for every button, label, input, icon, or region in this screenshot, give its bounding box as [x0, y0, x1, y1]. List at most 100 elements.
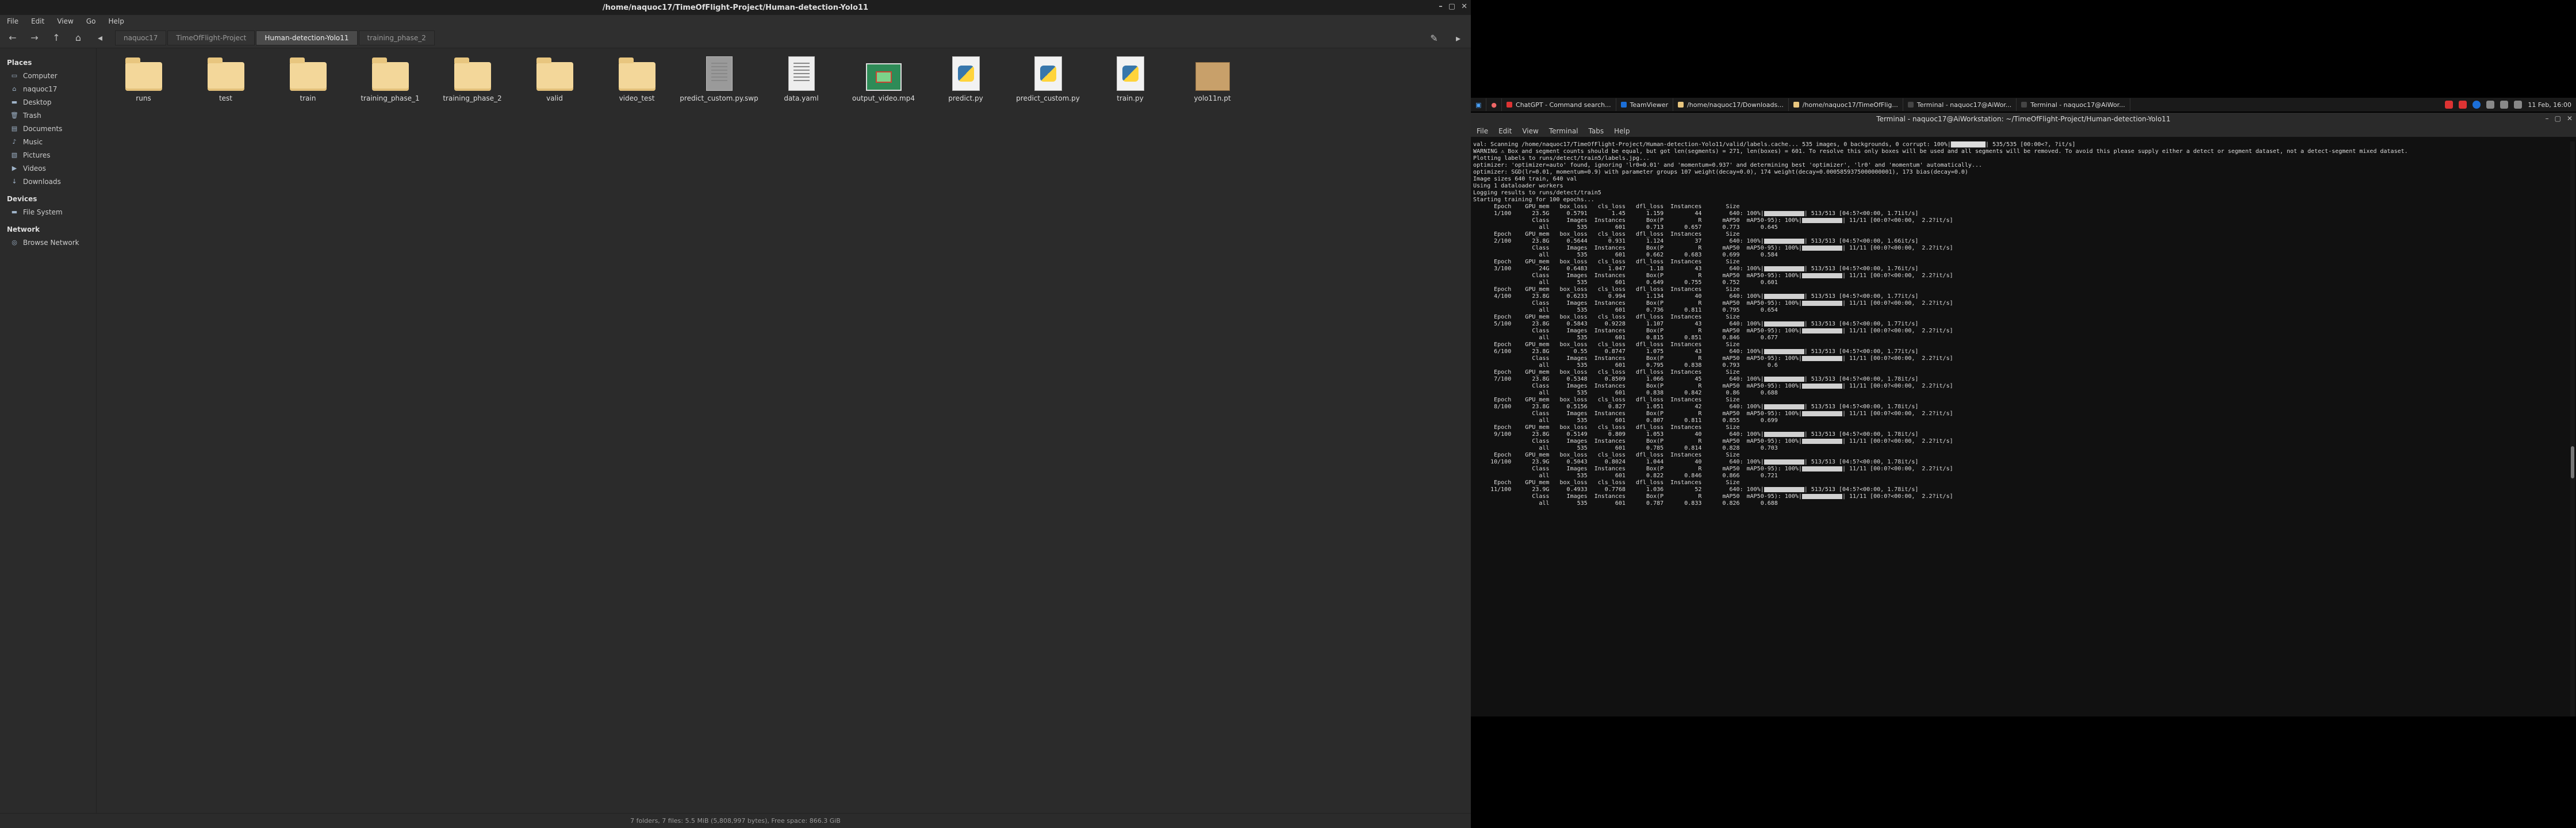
- sidebar: Places ▭ Computer ⌂ naquoc17 ▬ Desktop 🗑 Trash ▤…: [0, 48, 97, 813]
- taskbar-window-button[interactable]: Terminal - naquoc17@AiWor...: [2017, 98, 2130, 111]
- menu-file[interactable]: File: [7, 17, 18, 25]
- menu-edit[interactable]: Edit: [31, 17, 44, 25]
- file-item[interactable]: predict_custom.py: [1007, 53, 1089, 102]
- file-item[interactable]: train.py: [1089, 53, 1171, 102]
- close-icon[interactable]: ✕: [2567, 114, 2573, 122]
- edit-path-icon[interactable]: ✎: [1427, 31, 1441, 45]
- sidebar-item-trash[interactable]: 🗑 Trash: [5, 109, 91, 122]
- tray-app-icon[interactable]: [2445, 101, 2454, 109]
- file-item[interactable]: predict_custom.py.swp: [678, 53, 760, 102]
- sidebar-item-desktop[interactable]: ▬ Desktop: [5, 95, 91, 109]
- menu-go[interactable]: Go: [86, 17, 96, 25]
- terminal-line: Starting training for 100 epochs...: [1473, 197, 1594, 203]
- home-icon[interactable]: ⌂: [71, 31, 85, 45]
- epoch-metrics-row: all 535 601 0.822 0.846 0.866 0.721: [1473, 473, 1778, 479]
- minimize-icon[interactable]: –: [1439, 2, 1443, 11]
- folder-item[interactable]: train: [267, 53, 349, 102]
- status-bar: 7 folders, 7 files: 5.5 MiB (5,808,997 b…: [0, 813, 1471, 828]
- folder-item[interactable]: valid: [513, 53, 596, 102]
- menu-launcher-icon[interactable]: ▣: [1471, 98, 1487, 111]
- up-arrow-icon[interactable]: ↑: [49, 31, 63, 45]
- crumb-home[interactable]: naquoc17: [115, 30, 167, 45]
- terminal-titlebar[interactable]: Terminal - naquoc17@AiWorkstation: ~/Tim…: [1471, 113, 2576, 125]
- term-menu-help[interactable]: Help: [1614, 127, 1630, 135]
- chevron-right-icon[interactable]: ▸: [1451, 31, 1465, 45]
- crumb-project[interactable]: TimeOfFlight-Project: [167, 30, 255, 45]
- crumb-child[interactable]: training_phase_2: [358, 30, 435, 45]
- folder-item[interactable]: training_phase_2: [431, 53, 513, 102]
- epoch-metrics-row: all 535 601 0.815 0.851 0.846 0.677: [1473, 335, 1778, 341]
- browser-launcher-icon[interactable]: ●: [1486, 98, 1502, 111]
- sidebar-item-label: Trash: [23, 111, 41, 120]
- sidebar-item-naquoc17[interactable]: ⌂ naquoc17: [5, 82, 91, 95]
- term-menu-edit[interactable]: Edit: [1498, 127, 1512, 135]
- file-item[interactable]: output_video.mp4: [842, 53, 925, 102]
- status-text: 7 folders, 7 files: 5.5 MiB (5,808,997 b…: [630, 817, 841, 825]
- swap-file-icon: [706, 56, 733, 91]
- taskbar-window-button[interactable]: /home/naquoc17/TimeOfFlig...: [1789, 98, 1903, 111]
- epoch-train-row: 11/100 23.9G 0.4933 0.7768 1.036 52 640:…: [1473, 486, 1919, 493]
- taskbar-window-button[interactable]: TeamViewer: [1616, 98, 1674, 111]
- sidebar-header-places: Places: [7, 59, 32, 67]
- term-menu-terminal[interactable]: Terminal: [1549, 127, 1578, 135]
- folder-icon: [289, 57, 327, 91]
- term-menu-tabs[interactable]: Tabs: [1589, 127, 1604, 135]
- sidebar-item-label: File System: [23, 208, 63, 216]
- sidebar-item-browse-network[interactable]: ◎ Browse Network: [5, 236, 91, 249]
- forward-arrow-icon[interactable]: →: [28, 31, 41, 45]
- file-item[interactable]: predict.py: [925, 53, 1007, 102]
- term-menu-view[interactable]: View: [1522, 127, 1538, 135]
- sidebar-item-videos[interactable]: ▶ Videos: [5, 162, 91, 175]
- sidebar-header-network: Network: [7, 225, 40, 233]
- epoch-header-row: Epoch GPU_mem box_loss cls_loss dfl_loss…: [1473, 424, 1740, 431]
- volume-tray-icon[interactable]: [2500, 101, 2509, 109]
- minimize-icon[interactable]: –: [2546, 114, 2549, 122]
- battery-tray-icon[interactable]: [2514, 101, 2523, 109]
- folder-item[interactable]: training_phase_1: [349, 53, 431, 102]
- sidebar-item-file-system[interactable]: ▬ File System: [5, 205, 91, 218]
- file-item[interactable]: data.yaml: [760, 53, 842, 102]
- progress-bar: [1764, 486, 1804, 492]
- sidebar-item-downloads[interactable]: ↓ Downloads: [5, 175, 91, 188]
- sidebar-item-computer[interactable]: ▭ Computer: [5, 69, 91, 82]
- epoch-val-header-row: Class Images Instances Box(P R mAP50 mAP…: [1473, 411, 1953, 417]
- teamviewer-tray-icon[interactable]: [2472, 101, 2481, 109]
- file-name: data.yaml: [784, 94, 819, 102]
- folder-item[interactable]: video_test: [596, 53, 678, 102]
- scrollbar-thumb[interactable]: [2571, 446, 2574, 478]
- terminal-output[interactable]: val: Scanning /home/naquoc17/TimeOfFligh…: [1473, 141, 2568, 716]
- progress-bar: [1764, 348, 1804, 354]
- progress-bar: [1764, 459, 1804, 465]
- network-tray-icon[interactable]: [2486, 101, 2495, 109]
- progress-bar: [1801, 355, 1842, 361]
- menu-help[interactable]: Help: [108, 17, 124, 25]
- taskbar-window-button[interactable]: ChatGPT - Command search...: [1502, 98, 1616, 111]
- folder-item[interactable]: test: [185, 53, 267, 102]
- back-arrow-icon[interactable]: ←: [6, 31, 20, 45]
- close-icon[interactable]: ✕: [1461, 2, 1467, 11]
- file-item[interactable]: yolo11n.pt: [1171, 53, 1254, 102]
- crumb-current[interactable]: Human-detection-Yolo11: [256, 30, 358, 45]
- file-name: training_phase_1: [361, 94, 420, 102]
- menu-view[interactable]: View: [57, 17, 73, 25]
- window-titlebar[interactable]: /home/naquoc17/TimeOfFlight-Project/Huma…: [0, 0, 1471, 15]
- epoch-metrics-row: all 535 601 0.795 0.838 0.793 0.6: [1473, 362, 1778, 369]
- sidebar-item-label: Browse Network: [23, 238, 79, 247]
- chevron-left-icon[interactable]: ◂: [93, 31, 107, 45]
- sidebar-item-pictures[interactable]: ▧ Pictures: [5, 148, 91, 162]
- taskbar-window-button[interactable]: Terminal - naquoc17@AiWor...: [1903, 98, 2017, 111]
- tray-app-icon[interactable]: [2459, 101, 2467, 109]
- sidebar-item-label: Computer: [23, 71, 57, 80]
- progress-bar: [1764, 210, 1804, 216]
- sidebar-item-documents[interactable]: ▤ Documents: [5, 122, 91, 135]
- taskbar-window-button[interactable]: /home/naquoc17/Downloads...: [1673, 98, 1789, 111]
- maximize-icon[interactable]: ▢: [2555, 114, 2561, 122]
- term-menu-file[interactable]: File: [1477, 127, 1488, 135]
- clock[interactable]: 11 Feb, 16:00: [2528, 101, 2571, 109]
- progress-bar: [1801, 245, 1842, 251]
- sidebar-item-music[interactable]: ♪ Music: [5, 135, 91, 148]
- folder-item[interactable]: runs: [102, 53, 185, 102]
- terminal-scrollbar[interactable]: [2570, 141, 2575, 716]
- terminal-line: Using 1 dataloader workers: [1473, 183, 1563, 189]
- maximize-icon[interactable]: ▢: [1448, 2, 1455, 11]
